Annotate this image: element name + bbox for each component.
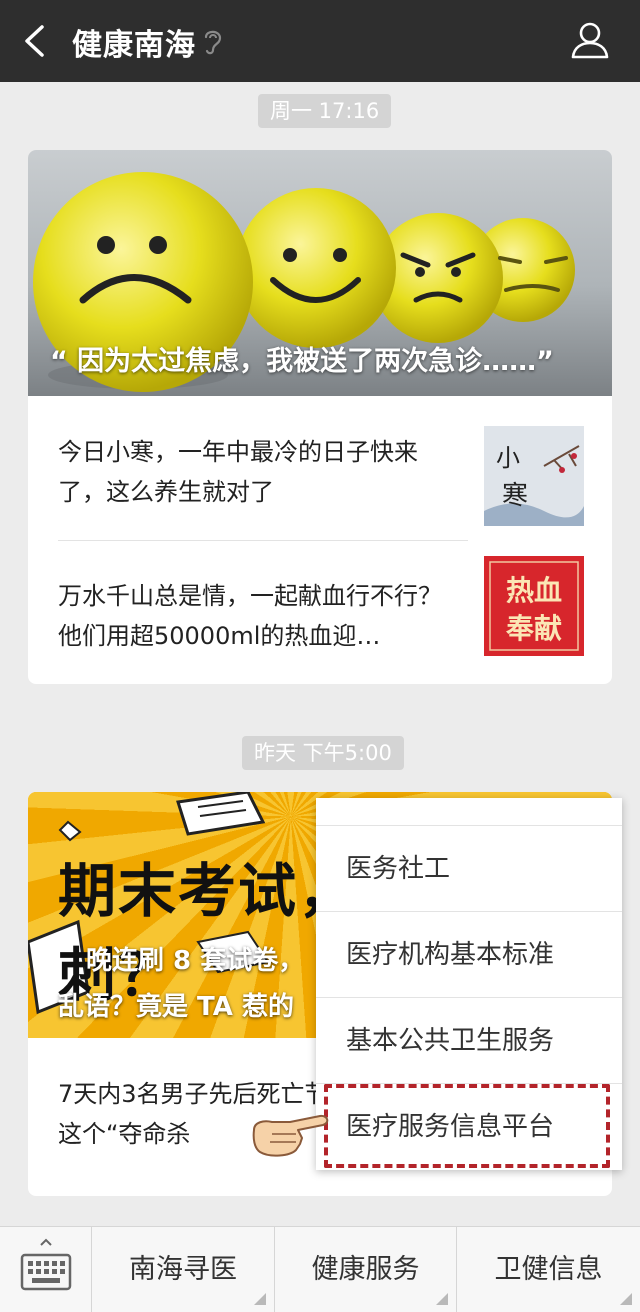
submenu-item-public-health-services[interactable]: 基本公共卫生服务 bbox=[316, 998, 622, 1084]
menu-tab-label: 卫健信息 bbox=[494, 1254, 603, 1285]
ear-icon bbox=[204, 30, 222, 55]
cover-subtitle-line1: 晚连刷 8 套试卷， bbox=[86, 946, 305, 976]
pointing-hand-icon bbox=[252, 1114, 329, 1157]
keyboard-icon bbox=[20, 1238, 72, 1291]
article-title: 万水千山总是情，一起献血行不行？他们用超50000ml的热血迎… bbox=[58, 582, 442, 650]
article-cover-image[interactable]: “ 因为太过焦虑，我被送了两次急诊……” bbox=[28, 150, 612, 396]
profile-icon[interactable] bbox=[570, 20, 610, 60]
menu-tab-label: 健康服务 bbox=[311, 1254, 420, 1285]
article-list-item[interactable]: 今日小寒，一年中最冷的日子快来了，这么养生就对了 小 寒 bbox=[28, 396, 612, 540]
highlight-dashed-box bbox=[324, 1084, 610, 1168]
submenu-corner-icon bbox=[620, 1293, 632, 1305]
article-title: 今日小寒，一年中最冷的日子快来了，这么养生就对了 bbox=[58, 438, 418, 506]
article-card: “ 因为太过焦虑，我被送了两次急诊……” 今日小寒，一年中最冷的日子快来了，这么… bbox=[28, 150, 612, 684]
menu-tab-health-info[interactable]: 卫健信息 bbox=[457, 1227, 640, 1312]
message-timestamp: 昨天 下午5:00 bbox=[242, 736, 404, 770]
top-bar: 健康南海 bbox=[0, 0, 640, 82]
article-thumbnail: 热血 奉献 bbox=[484, 556, 584, 656]
submenu-item-institution-standards[interactable]: 医疗机构基本标准 bbox=[316, 912, 622, 998]
menu-tab-nanhai-doctor[interactable]: 南海寻医 bbox=[92, 1227, 275, 1312]
article-list-item[interactable]: 万水千山总是情，一起献血行不行？他们用超50000ml的热血迎… 热血 奉献 bbox=[28, 540, 612, 684]
thumbnail-text-xiao: 小 bbox=[496, 444, 520, 472]
menu-tab-health-services[interactable]: 健康服务 bbox=[275, 1227, 457, 1312]
keyboard-toggle-button[interactable] bbox=[0, 1227, 92, 1312]
article-thumbnail: 小 寒 bbox=[484, 426, 584, 526]
menu-tab-label: 南海寻医 bbox=[129, 1254, 237, 1285]
message-timestamp: 周一 17:16 bbox=[258, 94, 392, 128]
submenu-corner-icon bbox=[254, 1293, 266, 1305]
thumbnail-text-fengxian: 奉献 bbox=[506, 612, 562, 645]
submenu-top-edge bbox=[316, 798, 622, 826]
back-arrow-icon[interactable] bbox=[22, 24, 46, 58]
article-headline[interactable]: “ 因为太过焦虑，我被送了两次急诊……” bbox=[50, 339, 592, 378]
thumbnail-text-han: 寒 bbox=[502, 481, 528, 511]
account-title: 健康南海 bbox=[72, 28, 196, 63]
thumbnail-text-rexue: 热血 bbox=[506, 574, 562, 607]
submenu-corner-icon bbox=[436, 1293, 448, 1305]
submenu-item-medical-social-work[interactable]: 医务社工 bbox=[316, 826, 622, 912]
bottom-menu-bar: 南海寻医 健康服务 卫健信息 bbox=[0, 1226, 640, 1312]
cover-subtitle-line2: 乱语？竟是 TA 惹的 bbox=[58, 992, 294, 1022]
